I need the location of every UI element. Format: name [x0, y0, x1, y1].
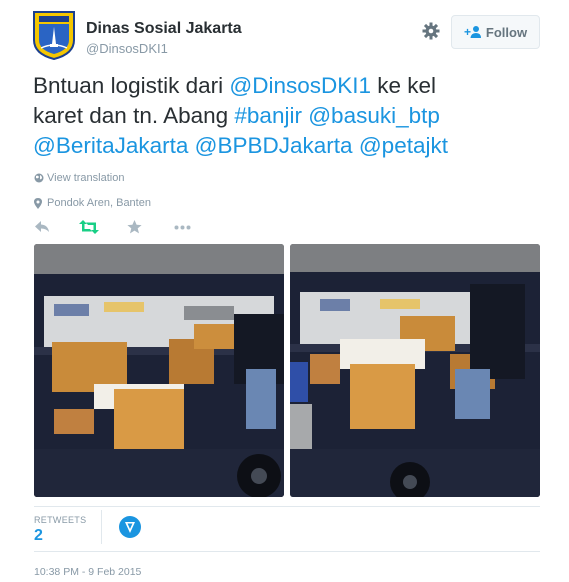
- follow-button[interactable]: + Follow: [451, 15, 540, 49]
- tweet-text-line2-prefix: karet dan tn. Abang: [33, 103, 235, 128]
- location-label: Pondok Aren, Banten: [47, 197, 151, 209]
- tweet-text-line1-suffix: ke kel: [371, 73, 437, 98]
- tweet-photo-1[interactable]: [34, 244, 284, 497]
- favorite-icon[interactable]: [127, 220, 142, 234]
- view-translation-link[interactable]: View translation: [34, 172, 124, 184]
- view-translation-label: View translation: [47, 172, 125, 184]
- mention-berita-link[interactable]: @BeritaJakarta: [33, 133, 188, 158]
- tweet-text: Bntuan logistik dari @DinsosDKI1 ke kel …: [33, 71, 543, 161]
- globe-icon: [34, 173, 44, 183]
- retweets-label[interactable]: RETWEETS: [34, 515, 86, 525]
- verified-icon: [125, 522, 135, 533]
- follow-label: Follow: [485, 24, 528, 40]
- gear-icon[interactable]: [421, 21, 441, 41]
- tweet-timestamp[interactable]: 10:38 PM - 9 Feb 2015: [34, 566, 141, 578]
- stats-bottom-divider: [34, 551, 540, 552]
- retweeter-avatar[interactable]: [119, 516, 141, 538]
- retweets-count[interactable]: 2: [34, 527, 43, 545]
- add-user-icon: +: [464, 25, 481, 39]
- svg-text:+: +: [464, 25, 471, 39]
- screen-name[interactable]: @DinsosDKI1: [86, 41, 168, 56]
- stats-separator: [101, 510, 102, 544]
- more-icon[interactable]: [174, 225, 191, 230]
- mention-dinsos-link[interactable]: @DinsosDKI1: [229, 73, 371, 98]
- tweet-text-line1-prefix: Bntuan logistik dari: [33, 73, 230, 98]
- mention-bpbd-link[interactable]: @BPBDJakarta: [195, 133, 353, 158]
- location-pin-icon: [34, 197, 42, 209]
- tweet-location[interactable]: Pondok Aren, Banten: [34, 197, 151, 209]
- retweet-icon[interactable]: [79, 220, 99, 234]
- reply-icon[interactable]: [34, 220, 50, 234]
- stats-top-divider: [34, 506, 540, 507]
- tweet-photo-2[interactable]: [290, 244, 540, 497]
- mention-peta-link[interactable]: @petajkt: [359, 133, 448, 158]
- avatar[interactable]: [32, 10, 76, 61]
- mention-basuki-link[interactable]: @basuki_btp: [308, 103, 440, 128]
- hashtag-banjir-link[interactable]: #banjir: [234, 103, 302, 128]
- display-name[interactable]: Dinas Sosial Jakarta: [86, 20, 242, 38]
